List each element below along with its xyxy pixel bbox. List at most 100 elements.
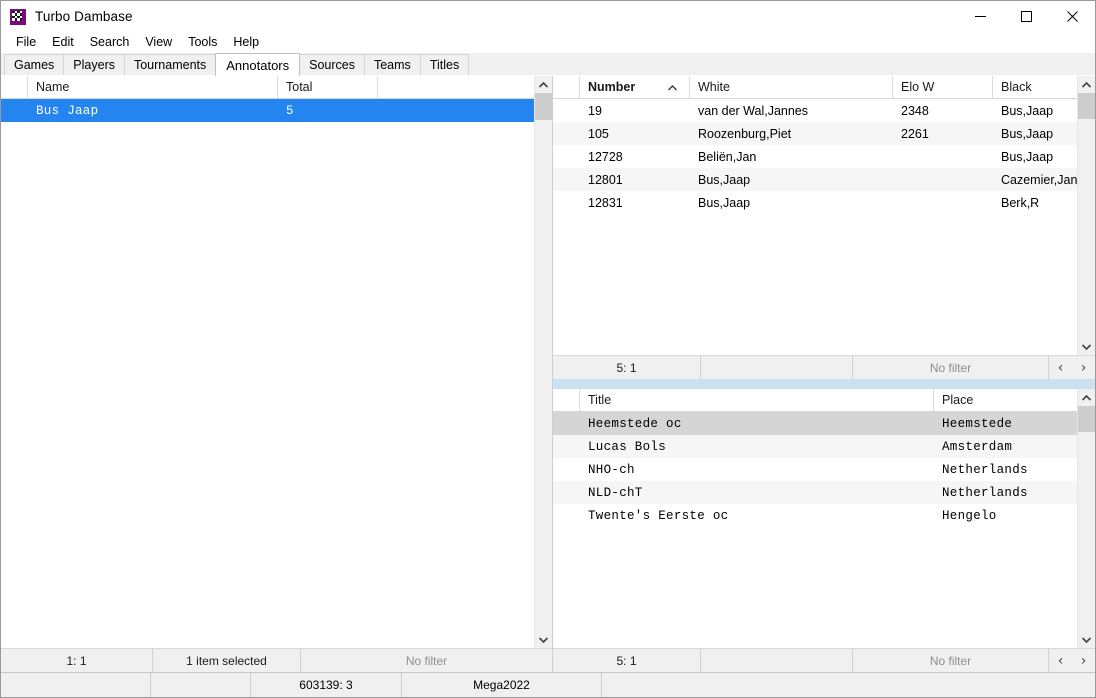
menu-item-file[interactable]: File <box>8 33 44 52</box>
cell-place: Amsterdam <box>942 439 1013 454</box>
tournaments-grid-header: Title Place <box>553 389 1077 412</box>
tournaments-col-indicator[interactable] <box>553 389 580 411</box>
games-filter-status[interactable]: No filter <box>853 356 1049 379</box>
cell-title: Twente's Eerste oc <box>588 508 729 523</box>
annotators-scroll-thumb[interactable] <box>535 93 552 120</box>
games-grid-header: Number White Elo W Black <box>553 76 1078 99</box>
tab-teams[interactable]: Teams <box>363 54 421 75</box>
horizontal-splitter[interactable] <box>553 379 1095 389</box>
cell-title: Lucas Bols <box>588 439 667 454</box>
tab-titles[interactable]: Titles <box>419 54 470 75</box>
annotators-filter-status[interactable]: No filter <box>301 649 552 672</box>
games-scroll-track[interactable] <box>1078 93 1096 338</box>
scroll-down-icon[interactable] <box>1078 631 1095 648</box>
scroll-up-icon[interactable] <box>1078 76 1096 93</box>
table-row[interactable]: Bus Jaap 5 <box>1 99 534 122</box>
prev-record-icon[interactable]: ‹ <box>1055 654 1067 668</box>
window-status-bar: 603139: 3 Mega2022 <box>1 672 1095 697</box>
cell-black: Bus,Jaap <box>1001 149 1054 164</box>
annotators-col-indicator[interactable] <box>1 76 28 98</box>
table-row[interactable]: 12831 Bus,Jaap Berk,R <box>553 191 1077 214</box>
application-window: Turbo Dambase File Edit Search View Tool… <box>0 0 1096 698</box>
menu-item-tools[interactable]: Tools <box>180 33 225 52</box>
tournaments-filter-status[interactable]: No filter <box>853 649 1049 672</box>
games-col-black[interactable]: Black <box>993 76 1078 98</box>
games-status-bar: 5: 1 No filter ‹ › <box>553 355 1095 379</box>
annotators-col-total[interactable]: Total <box>278 76 378 98</box>
menu-item-edit[interactable]: Edit <box>44 33 82 52</box>
table-row[interactable]: Heemstede oc Heemstede <box>553 412 1077 435</box>
cell-black: Cazemier,Jan <box>1001 172 1078 187</box>
cell-black: Berk,R <box>1001 195 1040 210</box>
scroll-down-icon[interactable] <box>1078 338 1096 355</box>
tournaments-col-title[interactable]: Title <box>580 389 934 411</box>
scroll-up-icon[interactable] <box>1078 389 1095 406</box>
title-bar: Turbo Dambase <box>1 1 1095 32</box>
table-row[interactable]: NLD-chT Netherlands <box>553 481 1077 504</box>
games-nav-controls: ‹ › <box>1049 356 1095 379</box>
tournaments-col-place[interactable]: Place <box>934 389 1077 411</box>
cell-elo-w: 2261 <box>901 126 929 141</box>
cell-number: 19 <box>588 103 602 118</box>
close-button[interactable] <box>1049 1 1095 32</box>
menu-item-search[interactable]: Search <box>82 33 138 52</box>
cell-place: Netherlands <box>942 485 1028 500</box>
menu-item-view[interactable]: View <box>137 33 180 52</box>
table-row[interactable]: 105 Roozenburg,Piet 2261 Bus,Jaap <box>553 122 1078 145</box>
next-record-icon[interactable]: › <box>1078 654 1090 668</box>
tab-tournaments[interactable]: Tournaments <box>123 54 217 75</box>
menu-bar: File Edit Search View Tools Help <box>1 32 1095 53</box>
tournaments-vertical-scrollbar[interactable] <box>1077 389 1095 648</box>
tab-annotators[interactable]: Annotators <box>215 53 301 76</box>
tournaments-scroll-thumb[interactable] <box>1078 406 1095 432</box>
cell-black: Bus,Jaap <box>1001 126 1054 141</box>
table-row[interactable]: 12728 Beliën,Jan Bus,Jaap <box>553 145 1077 168</box>
table-row[interactable]: 19 van der Wal,Jannes 2348 Bus,Jaap <box>553 99 1077 122</box>
cell-number: 12801 <box>588 172 623 187</box>
games-position: 5: 1 <box>553 356 701 379</box>
cell-number: 105 <box>588 126 609 141</box>
tab-games[interactable]: Games <box>4 54 65 75</box>
games-col-elow[interactable]: Elo W <box>893 76 993 98</box>
right-panels: Number White Elo W Black 19 van der Wal,… <box>553 76 1096 672</box>
table-row[interactable]: Twente's Eerste oc Hengelo <box>553 504 1077 527</box>
games-panel: Number White Elo W Black 19 van der Wal,… <box>553 76 1096 379</box>
cell-number: 12831 <box>588 195 623 210</box>
next-record-icon[interactable]: › <box>1078 361 1090 375</box>
table-row[interactable]: 12801 Bus,Jaap Cazemier,Jan <box>553 168 1078 191</box>
annotators-grid-body: Bus Jaap 5 <box>1 99 534 648</box>
tournaments-scroll-track[interactable] <box>1078 406 1095 631</box>
cell-name: Bus Jaap <box>36 103 99 118</box>
cell-black: Bus,Jaap <box>1001 103 1054 118</box>
status-record-count: 603139: 3 <box>251 673 402 697</box>
games-scroll-thumb[interactable] <box>1078 93 1096 119</box>
prev-record-icon[interactable]: ‹ <box>1055 361 1067 375</box>
maximize-button[interactable] <box>1003 1 1049 32</box>
scroll-down-icon[interactable] <box>535 631 552 648</box>
tab-players[interactable]: Players <box>63 54 125 75</box>
scroll-up-icon[interactable] <box>535 76 552 93</box>
cell-white: Bus,Jaap <box>698 172 751 187</box>
games-vertical-scrollbar[interactable] <box>1077 76 1096 355</box>
cell-title: Heemstede oc <box>588 416 682 431</box>
tab-sources[interactable]: Sources <box>299 54 365 75</box>
games-col-white[interactable]: White <box>690 76 893 98</box>
status-segment-1 <box>1 673 151 697</box>
menu-item-help[interactable]: Help <box>225 33 267 52</box>
table-row[interactable]: Lucas Bols Amsterdam <box>553 435 1077 458</box>
annotators-scroll-track[interactable] <box>535 93 552 631</box>
annotators-col-name[interactable]: Name <box>28 76 278 98</box>
minimize-button[interactable] <box>957 1 1003 32</box>
cell-white: Bus,Jaap <box>698 195 751 210</box>
tournaments-panel: Title Place Heemstede oc Heemstede Lucas… <box>553 389 1095 672</box>
cell-place: Heemstede <box>942 416 1013 431</box>
annotators-col-blank[interactable] <box>378 76 534 98</box>
window-title: Turbo Dambase <box>35 9 133 24</box>
games-col-number[interactable]: Number <box>580 76 690 98</box>
annotators-selection-info: 1 item selected <box>153 649 301 672</box>
annotators-grid: Name Total Bus Jaap 5 <box>1 76 534 648</box>
games-col-indicator[interactable] <box>553 76 580 98</box>
table-row[interactable]: NHO-ch Netherlands <box>553 458 1077 481</box>
annotators-vertical-scrollbar[interactable] <box>534 76 552 648</box>
tournaments-grid-body: Heemstede oc Heemstede Lucas Bols Amster… <box>553 412 1077 648</box>
